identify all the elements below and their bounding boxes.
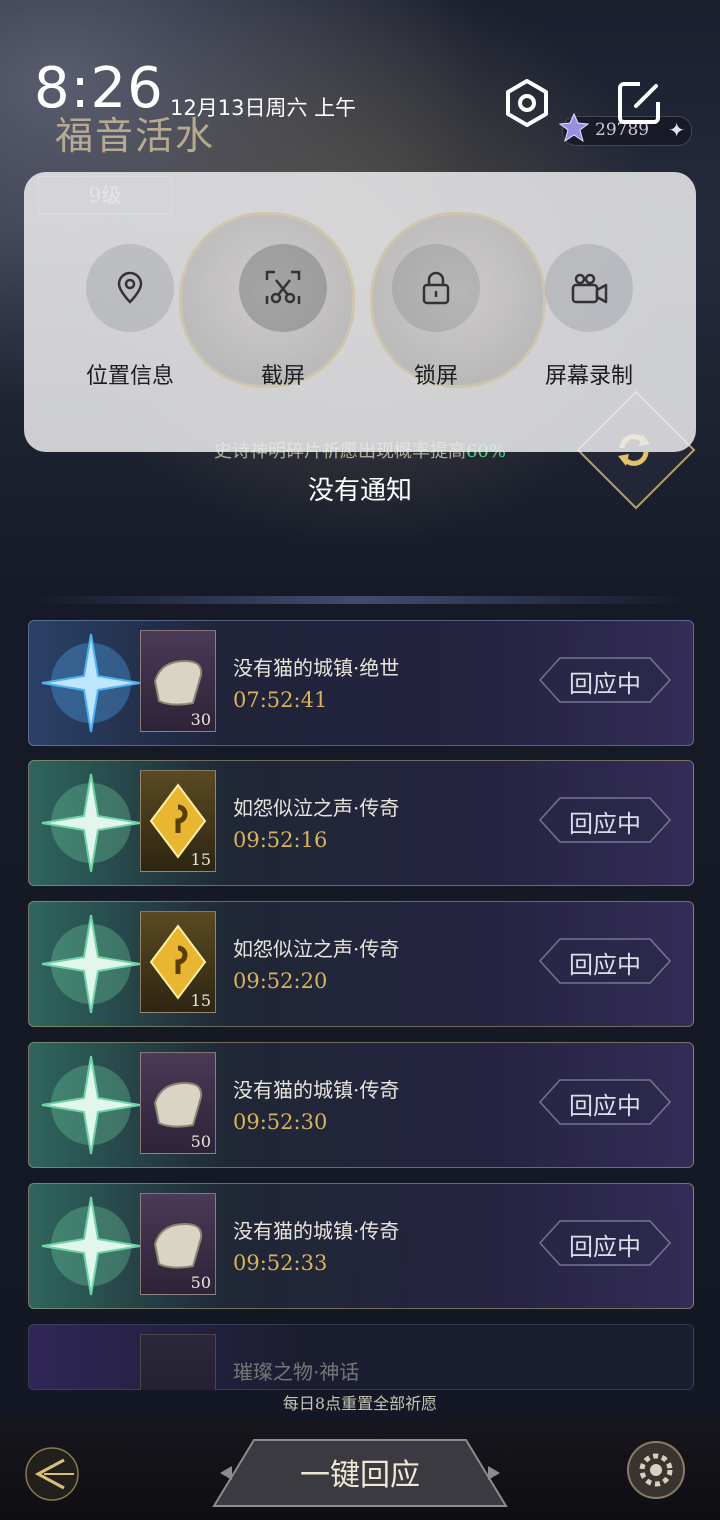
wish-row[interactable]: 50 没有猫的城镇·传奇 09:52:33 回应中	[28, 1183, 694, 1309]
respond-label: 回应中	[569, 670, 641, 698]
wish-row[interactable]: 15 如怨似泣之声·传奇 09:52:20 回应中	[28, 901, 694, 1027]
green-star-icon	[41, 773, 141, 873]
edit-icon[interactable]	[614, 78, 664, 128]
blue-star-icon	[41, 633, 141, 733]
respond-button[interactable]: 回应中	[530, 1213, 680, 1273]
respond-label: 回应中	[569, 951, 641, 979]
screenshot-icon	[265, 270, 301, 304]
respond-label: 回应中	[569, 1233, 641, 1261]
respond-button[interactable]: 回应中	[530, 790, 680, 850]
qs-lock-button[interactable]	[392, 244, 480, 332]
respond-label: 回应中	[569, 810, 641, 838]
wish-timer: 09:52:30	[233, 1110, 328, 1134]
clock: 8:26	[34, 56, 164, 121]
item-card: 15	[140, 770, 216, 872]
qs-screen-record-button[interactable]	[545, 244, 633, 332]
wish-timer: 09:52:16	[233, 828, 328, 852]
respond-button[interactable]: 回应中	[530, 931, 680, 991]
one-click-label: 一键回应	[300, 1458, 420, 1493]
wish-timer: 09:52:33	[233, 1251, 328, 1275]
qs-location-label: 位置信息	[85, 364, 174, 389]
green-star-icon	[41, 1196, 141, 1296]
gem-icon	[559, 113, 589, 143]
lock-icon	[422, 271, 450, 305]
screen-record-icon	[571, 273, 608, 304]
add-currency-icon[interactable]: ✦	[668, 118, 685, 142]
wish-row[interactable]: 50 没有猫的城镇·传奇 09:52:30 回应中	[28, 1042, 694, 1168]
green-star-icon	[41, 914, 141, 1014]
wish-name: 没有猫的城镇·绝世	[233, 656, 400, 680]
green-star-icon	[41, 1055, 141, 1155]
gear-icon[interactable]	[626, 1440, 686, 1500]
back-arrow-icon[interactable]	[24, 1446, 80, 1502]
settings-hexagon-icon[interactable]	[502, 78, 552, 128]
item-count: 30	[190, 710, 211, 729]
wish-name: 如怨似泣之声·传奇	[233, 937, 400, 961]
respond-button[interactable]: 回应中	[530, 650, 680, 710]
one-click-respond-button[interactable]: 一键回应	[210, 1438, 510, 1508]
wish-name: 没有猫的城镇·传奇	[233, 1078, 400, 1102]
wish-name: 璀璨之物·神话	[233, 1360, 360, 1384]
qs-location-button[interactable]	[86, 244, 174, 332]
qs-screenshot-label: 截屏	[260, 364, 305, 389]
qs-lock-label: 锁屏	[413, 364, 458, 389]
item-card: 30	[140, 630, 216, 732]
wish-name: 如怨似泣之声·传奇	[233, 796, 400, 820]
item-count: 50	[190, 1273, 211, 1292]
reset-note: 每日8点重置全部祈愿	[282, 1394, 438, 1413]
item-card: 15	[140, 911, 216, 1013]
item-count: 15	[190, 991, 211, 1010]
respond-label: 回应中	[569, 1092, 641, 1120]
item-card: 50	[140, 1052, 216, 1154]
section-divider	[30, 596, 690, 604]
qs-lock[interactable]: 锁屏	[381, 244, 491, 390]
no-notifications-text: 没有通知	[307, 476, 412, 506]
qs-location[interactable]: 位置信息	[75, 244, 185, 390]
wish-row-frame	[28, 1324, 694, 1390]
wish-row[interactable]: 璀璨之物·神话	[28, 1324, 694, 1390]
item-count: 15	[190, 850, 211, 869]
qs-screenshot-button[interactable]	[239, 244, 327, 332]
location-pin-icon	[117, 271, 143, 304]
item-card	[140, 1334, 216, 1390]
wish-row[interactable]: 30 没有猫的城镇·绝世 07:52:41 回应中	[28, 620, 694, 746]
qs-screen-record[interactable]: 屏幕录制	[534, 244, 644, 390]
wish-timer: 09:52:20	[233, 969, 328, 993]
wish-timer: 07:52:41	[233, 688, 328, 712]
wish-name: 没有猫的城镇·传奇	[233, 1219, 400, 1243]
quick-settings-panel: 位置信息 截屏 锁屏 屏幕录制	[24, 172, 696, 452]
respond-button[interactable]: 回应中	[530, 1072, 680, 1132]
date: 12月13日周六 上午	[170, 96, 357, 120]
item-card: 50	[140, 1193, 216, 1295]
qs-screen-record-label: 屏幕录制	[544, 364, 633, 389]
wish-row[interactable]: 15 如怨似泣之声·传奇 09:52:16 回应中	[28, 760, 694, 886]
qs-screenshot[interactable]: 截屏	[228, 244, 338, 390]
item-count: 50	[190, 1132, 211, 1151]
